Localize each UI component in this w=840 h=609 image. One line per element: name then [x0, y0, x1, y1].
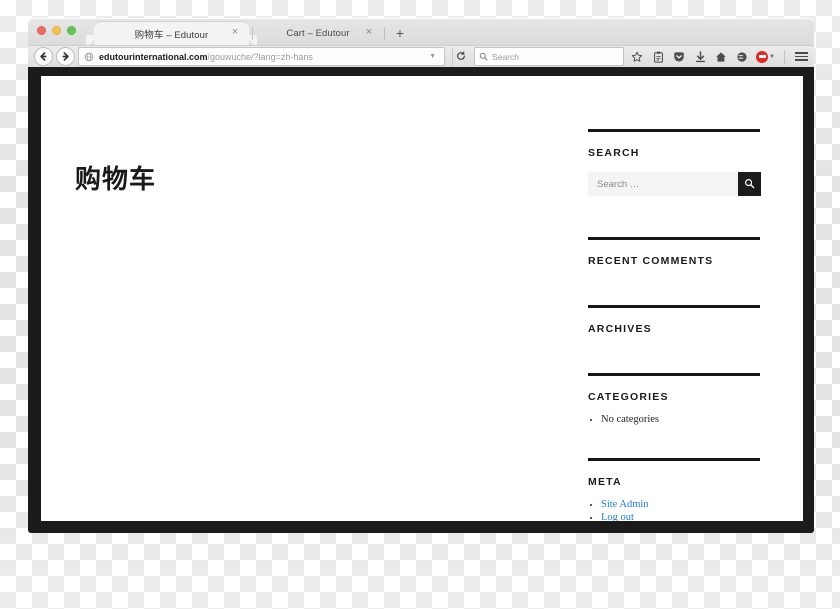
back-button[interactable] — [34, 47, 53, 66]
close-window-button[interactable] — [37, 26, 46, 35]
widget-divider — [588, 129, 760, 132]
search-input[interactable] — [588, 172, 738, 196]
list-item: Log out — [601, 512, 760, 521]
close-tab-icon[interactable]: × — [230, 27, 240, 38]
widget-divider — [588, 458, 760, 461]
tab-strip: 购物车 – Edutour × Cart – Edutour × + — [28, 18, 814, 45]
widget-search: SEARCH — [588, 129, 761, 196]
tab-label: Cart – Edutour — [286, 28, 350, 39]
widget-categories: CATEGORIES No categories — [588, 373, 760, 425]
search-icon — [744, 177, 755, 192]
toolbar-icons: ▼ — [630, 49, 808, 64]
widget-archives: ARCHIVES — [588, 305, 760, 335]
reading-list-icon[interactable] — [651, 50, 665, 64]
chevron-down-icon[interactable]: ▼ — [769, 54, 775, 60]
widget-title-meta: META — [588, 476, 622, 488]
tab-cart-english[interactable]: Cart – Edutour × — [253, 22, 383, 45]
address-bar[interactable]: edutourinternational.com/gouwuche/?lang=… — [78, 47, 446, 66]
widget-title-categories: CATEGORIES — [588, 391, 669, 403]
list-item: Site Admin — [601, 499, 760, 510]
forward-button[interactable] — [56, 47, 75, 66]
new-tab-button[interactable]: + — [392, 26, 408, 42]
zoom-window-button[interactable] — [67, 26, 76, 35]
widget-divider — [588, 237, 760, 240]
chevron-down-icon[interactable]: ▼ — [429, 53, 436, 60]
sidebar-search-form — [588, 172, 761, 196]
page-title: 购物车 — [75, 164, 157, 195]
widget-meta: META Site Admin Log out — [588, 458, 760, 521]
meta-link-site-admin[interactable]: Site Admin — [601, 499, 649, 510]
hamburger-lines — [794, 51, 808, 62]
tab-separator — [384, 27, 385, 40]
browser-search-box[interactable]: Search — [474, 47, 625, 66]
close-tab-icon[interactable]: × — [364, 27, 374, 38]
web-page-content: 购物车 SEARCH Search … RECENT COMMENTS ARCH… — [41, 76, 803, 521]
tab-label: 购物车 – Edutour — [134, 29, 209, 41]
widget-recent-comments: RECENT COMMENTS — [588, 237, 760, 267]
minimize-window-button[interactable] — [52, 26, 61, 35]
list-item: No categories — [601, 414, 760, 425]
widget-title-search: SEARCH — [588, 147, 640, 159]
url-path: /gouwuche/?lang=zh-hans — [207, 51, 313, 62]
widget-title-archives: ARCHIVES — [588, 323, 652, 335]
home-icon[interactable] — [714, 50, 728, 64]
meta-list: Site Admin Log out — [588, 499, 760, 521]
globe-icon — [82, 50, 95, 63]
category-label: No categories — [601, 414, 660, 425]
pocket-icon[interactable] — [672, 50, 686, 64]
reload-button[interactable] — [452, 47, 468, 66]
url-text: edutourinternational.com/gouwuche/?lang=… — [99, 52, 424, 62]
sidebar: SEARCH Search … RECENT COMMENTS ARCHIVES… — [588, 129, 761, 521]
downloads-icon[interactable] — [693, 50, 707, 64]
menu-hamburger-icon[interactable] — [794, 50, 808, 64]
search-icon — [479, 52, 488, 61]
widget-title-recent-comments: RECENT COMMENTS — [588, 255, 714, 267]
window-traffic-lights — [37, 26, 76, 35]
widget-divider — [588, 373, 760, 376]
browser-viewport-frame: 购物车 SEARCH Search … RECENT COMMENTS ARCH… — [28, 66, 814, 533]
browser-search-placeholder: Search — [492, 51, 519, 62]
browser-window: 购物车 – Edutour × Cart – Edutour × + eduto… — [28, 18, 814, 555]
widget-divider — [588, 305, 760, 308]
sync-chat-icon[interactable] — [735, 50, 749, 64]
bookmark-star-icon[interactable] — [630, 50, 644, 64]
adblock-badge — [756, 50, 769, 63]
search-submit-button[interactable] — [738, 172, 761, 196]
navigation-toolbar: edutourinternational.com/gouwuche/?lang=… — [28, 45, 814, 67]
categories-list: No categories — [588, 414, 760, 425]
url-host: edutourinternational.com — [99, 51, 208, 62]
toolbar-divider — [784, 49, 785, 64]
adblock-plus-icon[interactable]: ▼ — [756, 50, 775, 64]
tab-cart-chinese[interactable]: 购物车 – Edutour × — [86, 22, 257, 45]
meta-link-log-out[interactable]: Log out — [601, 512, 634, 521]
browser-chrome: 购物车 – Edutour × Cart – Edutour × + eduto… — [28, 18, 814, 67]
